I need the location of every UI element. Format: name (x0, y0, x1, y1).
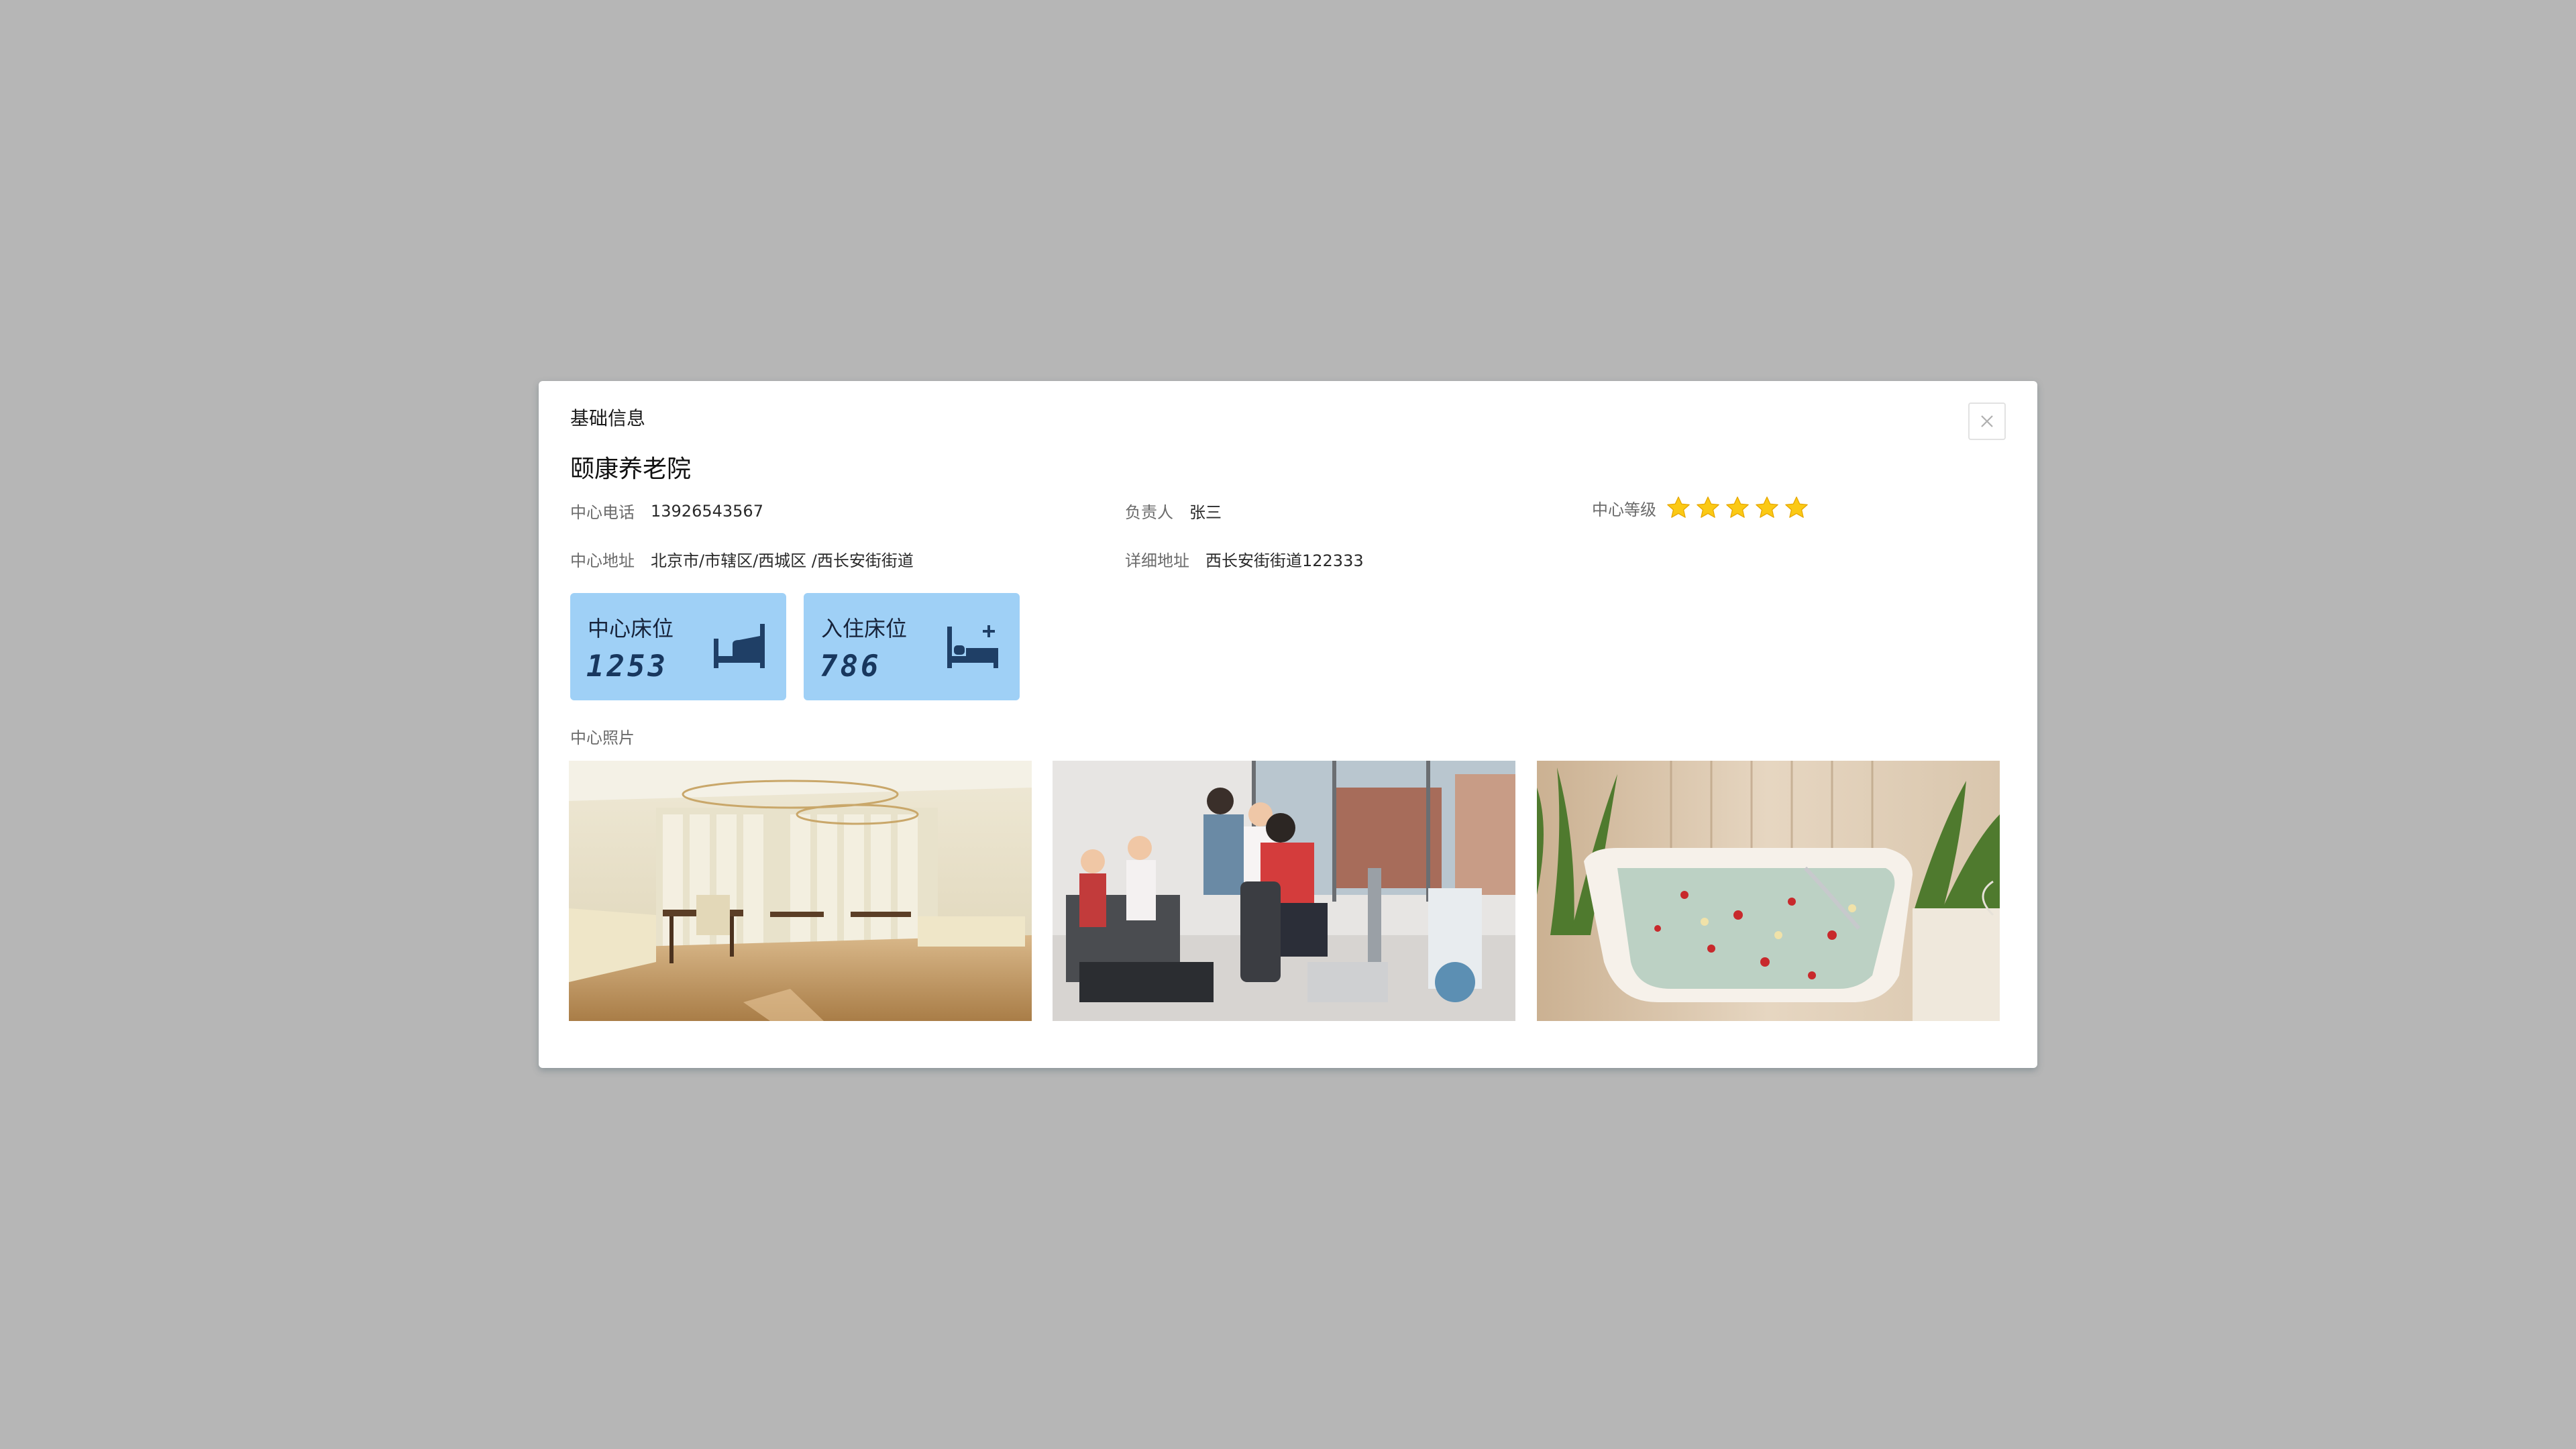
manager-row: 负责人 张三 (1125, 499, 1222, 523)
occupied-beds-value: 786 (820, 649, 881, 684)
occupied-beds-card: 入住床位 786 (804, 593, 1020, 700)
detail-address-value: 西长安街街道122333 (1205, 551, 1364, 570)
star-icon (1784, 495, 1809, 521)
phone-label: 中心电话 (570, 503, 635, 522)
center-beds-label: 中心床位 (588, 616, 674, 641)
bathtub-photo[interactable] (1537, 761, 2000, 1021)
phone-value: 13926543567 (651, 501, 763, 521)
manager-value: 张三 (1189, 503, 1222, 522)
center-beds-value: 1253 (586, 649, 668, 684)
close-icon (1981, 415, 1993, 427)
address-row: 中心地址 北京市/市辖区/西城区 /西长安街街道 (570, 547, 914, 571)
level-label: 中心等级 (1592, 500, 1656, 519)
rehab-gym-photo[interactable] (1053, 761, 1515, 1021)
center-name: 颐康养老院 (570, 455, 692, 483)
level-row: 中心等级 (1592, 495, 1809, 521)
manager-label: 负责人 (1125, 503, 1173, 522)
level-stars (1666, 495, 1809, 521)
phone-row: 中心电话 13926543567 (570, 499, 763, 523)
address-label: 中心地址 (570, 551, 635, 570)
bed-icon (714, 624, 765, 668)
bed-add-icon (947, 625, 998, 668)
center-beds-card: 中心床位 1253 (570, 593, 786, 700)
modal-title: 基础信息 (570, 407, 646, 429)
occupied-beds-label: 入住床位 (821, 616, 908, 641)
star-icon (1754, 495, 1780, 521)
close-button[interactable] (1968, 402, 2006, 440)
detail-address-label: 详细地址 (1125, 551, 1189, 570)
dining-hall-photo[interactable] (569, 761, 1032, 1021)
address-value: 北京市/市辖区/西城区 /西长安街街道 (651, 551, 914, 570)
detail-address-row: 详细地址 西长安街街道122333 (1125, 547, 1364, 571)
star-icon (1695, 495, 1721, 521)
photos-label: 中心照片 (570, 729, 635, 747)
star-icon (1666, 495, 1691, 521)
center-info-modal: 基础信息 颐康养老院 中心电话 13926543567 负责人 张三 中心等级 … (539, 381, 2037, 1068)
star-icon (1725, 495, 1750, 521)
